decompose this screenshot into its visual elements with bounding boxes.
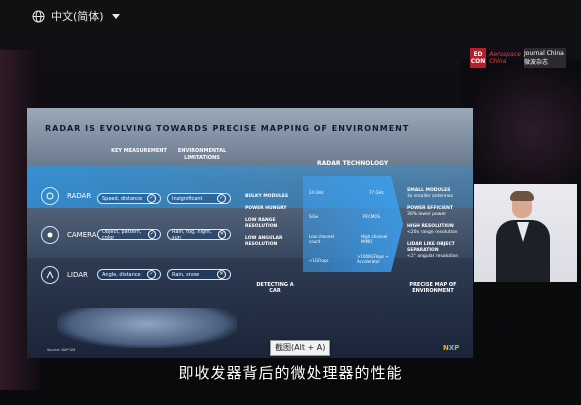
screenshot-tooltip: 截图(Alt + A) (270, 340, 331, 356)
presentation-slide: RADAR IS EVOLVING TOWARDS PRECISE MAPPIN… (27, 108, 473, 358)
row-camera: CAMERA (41, 226, 97, 244)
language-selector[interactable]: 中文(简体) (32, 8, 120, 24)
lidar-env-pill: Rain, snow ✕ (167, 269, 231, 280)
col-key-measurement: KEY MEASUREMENT (111, 148, 167, 154)
cross-icon: ✕ (217, 270, 226, 279)
legacy-list: BULKY MODULES POWER HUNGRY LOW RANGE RES… (245, 194, 289, 247)
speaker-video (474, 184, 577, 282)
nxp-logo: NXP (443, 344, 460, 352)
chevron-down-icon (111, 13, 120, 19)
tech-title: RADAR TECHNOLOGY (317, 160, 389, 167)
subtitle-caption: 即收发器背后的微处理器的性能 (178, 364, 403, 382)
detecting-a-car-label: DETECTING A CAR (256, 282, 294, 294)
radar-icon (41, 187, 59, 205)
aw-logo: Aerospace China (489, 51, 521, 65)
radar-technology-panel: RADAR TECHNOLOGY BULKY MODULES POWER HUN… (233, 160, 463, 340)
row-camera-label: CAMERA (67, 231, 97, 239)
globe-icon (32, 10, 45, 22)
check-icon: ✓ (147, 230, 156, 239)
lidar-icon (41, 266, 59, 284)
modern-list: SMALL MODULES 3x smaller antennas POWER E… (407, 188, 459, 259)
check-icon: ✓ (217, 194, 226, 203)
language-label: 中文(简体) (51, 10, 104, 23)
cross-icon: ✕ (217, 230, 226, 239)
tech-arrow: 24 GHz 77 GHz SiGe RFCMOS Low channel co… (303, 176, 403, 272)
check-icon: ✓ (147, 194, 156, 203)
sponsor-logos: ED CON Aerospace China Journal China 微波杂… (470, 48, 566, 68)
row-lidar-label: LIDAR (67, 271, 88, 279)
top-bar: 中文(简体) (0, 0, 581, 30)
col-env-limitations: ENVIRONMENTAL LIMITATIONS (177, 148, 227, 161)
speaker-hair (510, 191, 534, 201)
camera-key-pill: Object, pattern, color ✓ (97, 229, 161, 241)
video-stage: 中文(简体) ED CON Aerospace China Journal Ch… (0, 0, 581, 405)
journal-logo: Journal China 微波杂志 (524, 48, 566, 68)
background-glow-right (461, 60, 581, 200)
car-image (57, 308, 237, 348)
slide-title: RADAR IS EVOLVING TOWARDS PRECISE MAPPIN… (45, 124, 410, 133)
row-lidar: LIDAR (41, 266, 88, 284)
lidar-key-pill: Angle, distance ✓ (97, 269, 161, 280)
camera-icon (41, 226, 59, 244)
check-icon: ✓ (147, 270, 156, 279)
camera-env-pill: Rain, fog, night, sun ✕ (167, 229, 231, 241)
row-radar-label: RADAR (67, 192, 92, 200)
radar-env-pill: Insignificant ✓ (167, 193, 231, 204)
row-radar: RADAR (41, 187, 91, 205)
radar-key-pill: Speed, distance ✓ (97, 193, 161, 204)
slide-source: Source: NXP GM (47, 348, 76, 352)
edicon-logo: ED CON (470, 48, 486, 68)
precise-map-label: PRECISE MAP OF ENVIRONMENT (409, 282, 457, 294)
